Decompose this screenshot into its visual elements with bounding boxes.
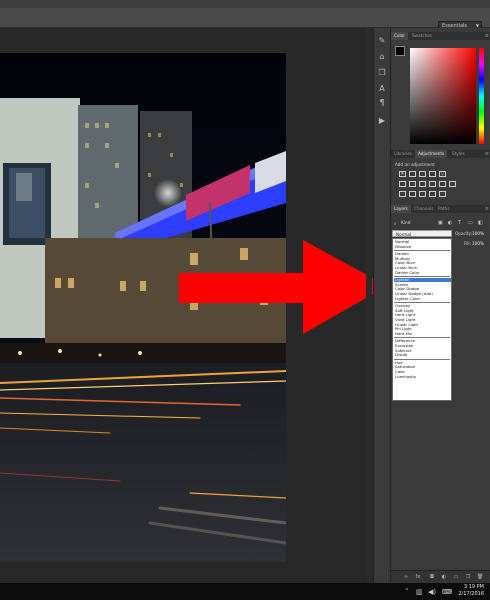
red-arrow-annotation xyxy=(179,240,387,334)
blend-mode-option[interactable]: Divide xyxy=(394,353,451,357)
play-actions-icon[interactable]: ▶ xyxy=(377,116,387,126)
fill-field[interactable]: 100% xyxy=(472,241,484,246)
chevron-up-icon[interactable]: ˄ xyxy=(405,588,409,596)
shape-filter-icon[interactable]: ▭ xyxy=(468,220,473,226)
exposure-icon[interactable] xyxy=(429,171,436,177)
vibrance-icon[interactable]: ▽ xyxy=(439,171,446,177)
layer-style-icon[interactable]: fx xyxy=(415,574,421,580)
gradient-map-icon[interactable] xyxy=(429,191,436,197)
color-lookup-icon[interactable] xyxy=(449,181,456,187)
opacity-field[interactable]: 100% xyxy=(472,231,484,236)
search-icon: ⌕ xyxy=(394,222,397,227)
panel-menu-icon[interactable]: ≡ xyxy=(485,205,489,213)
panel-icon-strip: ✎ ⌂ ❐ A ¶ ▶ xyxy=(373,28,390,583)
adjustments-panel-tabs: Libraries Adjustments Styles ≡ xyxy=(391,150,490,158)
new-adjustment-layer-icon[interactable]: ◐ xyxy=(441,574,447,580)
tab-adjustments[interactable]: Adjustments xyxy=(415,150,448,158)
blend-mode-option[interactable]: Lighter Color xyxy=(394,296,451,301)
add-mask-icon[interactable]: ◘ xyxy=(429,574,435,580)
adjustment-filter-icon[interactable]: ◐ xyxy=(448,220,452,226)
tab-layers[interactable]: Layers xyxy=(391,205,411,213)
clock-time: 3:19 PM xyxy=(463,584,484,590)
brush-preset-icon[interactable]: ⌂ xyxy=(377,52,387,62)
link-layers-icon[interactable]: ∞ xyxy=(403,574,409,580)
title-bar xyxy=(0,0,490,8)
layers-footer: ∞ fx ◘ ◐ ▭ ❐ 🗑 xyxy=(391,570,490,583)
blend-mode-dropdown: Normal Dissolve Darken Multiply Color Burn Li… xyxy=(392,238,452,401)
tab-libraries[interactable]: Libraries xyxy=(391,150,415,158)
blend-mode-option[interactable]: Luminosity xyxy=(394,374,451,379)
curves-icon[interactable] xyxy=(419,171,426,177)
filter-kind-select[interactable]: Kind xyxy=(401,221,410,226)
volume-icon[interactable]: ◀) xyxy=(428,588,436,596)
delete-layer-icon[interactable]: 🗑 xyxy=(477,574,483,580)
invert-icon[interactable] xyxy=(399,191,406,197)
clock-date: 2/17/2016 xyxy=(458,591,484,597)
levels-icon[interactable] xyxy=(409,171,416,177)
taskbar-clock[interactable]: 3:19 PM 2/17/2016 xyxy=(458,584,484,598)
adjustment-hint: Add an adjustment xyxy=(395,162,435,167)
type-filter-icon[interactable]: T xyxy=(458,220,461,226)
character-icon[interactable]: A xyxy=(377,84,387,94)
layers-panel-tabs: Layers Channels Paths ≡ xyxy=(391,205,490,213)
color-panel-tabs: Color Swatches ≡ xyxy=(391,32,490,40)
network-icon[interactable]: ▥ xyxy=(416,588,423,596)
channel-mixer-icon[interactable] xyxy=(439,181,446,187)
new-layer-icon[interactable]: ❐ xyxy=(465,574,471,580)
canvas-scrollbar[interactable] xyxy=(366,28,372,583)
color-picker-field[interactable] xyxy=(410,48,476,144)
history-icon[interactable]: ✎ xyxy=(377,36,387,46)
tab-color[interactable]: Color xyxy=(391,32,408,40)
color-balance-icon[interactable] xyxy=(409,181,416,187)
blend-mode-select[interactable]: Normal xyxy=(392,230,452,237)
fill-label: Fill: xyxy=(464,241,472,246)
paragraph-icon[interactable]: ¶ xyxy=(377,98,387,108)
blend-mode-option[interactable]: Hard Mix xyxy=(394,331,451,336)
foreground-swatch[interactable] xyxy=(395,46,405,56)
photo-filter-icon[interactable] xyxy=(429,181,436,187)
clone-source-icon[interactable]: ❐ xyxy=(377,68,387,78)
tab-swatches[interactable]: Swatches xyxy=(409,32,435,40)
threshold-icon[interactable] xyxy=(419,191,426,197)
panel-menu-icon[interactable]: ≡ xyxy=(485,150,489,158)
selective-color-icon[interactable] xyxy=(439,191,446,197)
keyboard-icon[interactable]: ⌨ xyxy=(442,588,452,596)
hue-saturation-icon[interactable] xyxy=(399,181,406,187)
smart-object-filter-icon[interactable]: ◧ xyxy=(478,220,483,226)
panel-menu-icon[interactable]: ≡ xyxy=(485,32,489,40)
opacity-label: Opacity: xyxy=(455,231,473,236)
hue-slider[interactable] xyxy=(479,48,484,144)
pixel-filter-icon[interactable]: ▣ xyxy=(438,220,443,226)
tab-channels[interactable]: Channels xyxy=(411,205,436,213)
tab-paths[interactable]: Paths xyxy=(435,205,452,213)
tab-styles[interactable]: Styles xyxy=(449,150,468,158)
posterize-icon[interactable] xyxy=(409,191,416,197)
brightness-icon[interactable]: ☀ xyxy=(399,171,406,177)
black-white-icon[interactable] xyxy=(419,181,426,187)
blend-mode-option[interactable]: Darker Color xyxy=(394,270,451,275)
options-bar: Essentials ▼ xyxy=(0,8,490,29)
layer-filter-row: ⌕ Kind ▣ ◐ T ▭ ◧ xyxy=(392,220,488,229)
new-group-icon[interactable]: ▭ xyxy=(453,574,459,580)
blend-mode-option[interactable]: Dissolve xyxy=(394,244,451,249)
